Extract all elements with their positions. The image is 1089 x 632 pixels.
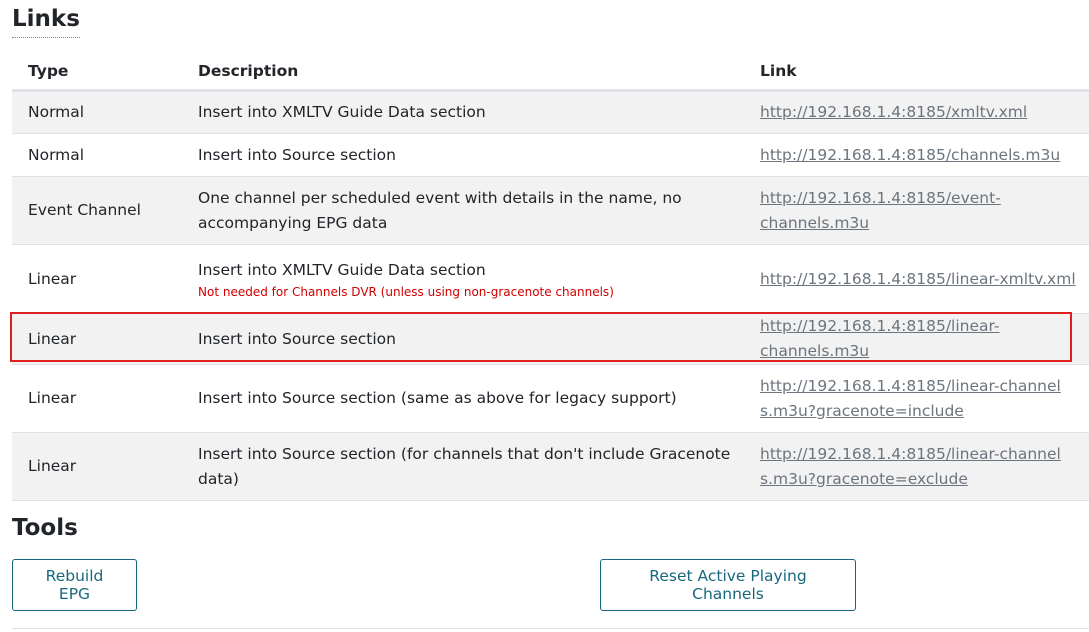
table-row: Event Channel One channel per scheduled …	[12, 176, 1089, 245]
table-row: Linear Insert into Source section (same …	[12, 364, 1089, 433]
row-type: Linear	[12, 313, 198, 365]
link-linear-channels-exclude[interactable]: http://192.168.1.4:8185/linear-channels.…	[760, 445, 1061, 488]
table-row: Normal Insert into XMLTV Guide Data sect…	[12, 90, 1089, 134]
tools-heading: Tools	[12, 515, 78, 541]
link-linear-channels[interactable]: http://192.168.1.4:8185/linear-channels.…	[760, 317, 1000, 360]
links-table: Type Description Link Normal Insert into…	[12, 53, 1089, 501]
row-description: One channel per scheduled event with det…	[198, 176, 760, 245]
link-column-header: Link	[760, 53, 1089, 92]
row-note: Not needed for Channels DVR (unless usin…	[198, 285, 614, 299]
description-column-header: Description	[198, 53, 760, 92]
table-header-row: Type Description Link	[12, 53, 1089, 92]
link-linear-xmltv[interactable]: http://192.168.1.4:8185/linear-xmltv.xml	[760, 270, 1076, 288]
row-description: Insert into XMLTV Guide Data section	[198, 261, 486, 279]
link-channels-m3u[interactable]: http://192.168.1.4:8185/channels.m3u	[760, 146, 1060, 164]
table-row: Normal Insert into Source section http:/…	[12, 133, 1089, 177]
links-heading: Links	[12, 8, 80, 38]
divider	[12, 628, 1089, 629]
type-column-header: Type	[12, 53, 198, 92]
row-type: Event Channel	[12, 176, 198, 245]
row-type: Normal	[12, 90, 198, 134]
row-description: Insert into Source section	[198, 313, 760, 365]
row-description: Insert into Source section (same as abov…	[198, 364, 760, 433]
row-description: Insert into Source section (for channels…	[198, 432, 760, 501]
link-xmltv[interactable]: http://192.168.1.4:8185/xmltv.xml	[760, 103, 1027, 121]
table-row: Linear Insert into XMLTV Guide Data sect…	[12, 244, 1089, 314]
table-row: Linear Insert into Source section (for c…	[12, 432, 1089, 501]
row-type: Linear	[12, 364, 198, 433]
row-description: Insert into Source section	[198, 133, 760, 177]
row-type: Normal	[12, 133, 198, 177]
table-row-highlighted: Linear Insert into Source section http:/…	[12, 313, 1089, 365]
row-type: Linear	[12, 244, 198, 314]
rebuild-epg-button[interactable]: Rebuild EPG	[12, 559, 137, 611]
link-linear-channels-include[interactable]: http://192.168.1.4:8185/linear-channels.…	[760, 377, 1061, 420]
link-event-channels[interactable]: http://192.168.1.4:8185/event-channels.m…	[760, 189, 1001, 232]
row-type: Linear	[12, 432, 198, 501]
reset-active-playing-channels-button[interactable]: Reset Active Playing Channels	[600, 559, 856, 611]
row-description: Insert into XMLTV Guide Data section	[198, 90, 760, 134]
